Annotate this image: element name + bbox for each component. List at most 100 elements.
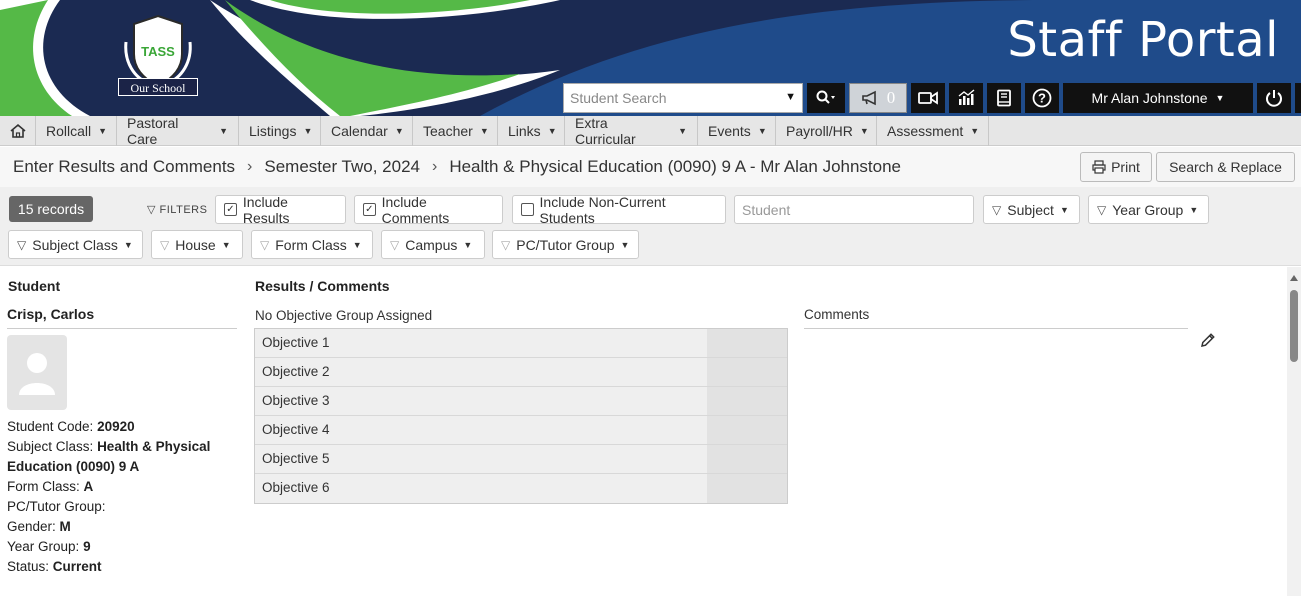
include-results-toggle[interactable]: ✓ Include Results [215,194,346,226]
home-button[interactable] [0,116,36,146]
include-results-checkbox[interactable]: ✓ [224,203,237,216]
help-button[interactable]: ? [1025,83,1059,113]
svg-text:TASS: TASS [141,44,175,59]
nav-payroll-hr[interactable]: Payroll/HR ▼ [776,116,877,146]
chevron-down-icon: ▼ [785,91,796,103]
analytics-button[interactable] [949,83,983,113]
pencil-icon [1201,333,1215,347]
objective-result-cell[interactable] [707,416,787,444]
table-row: Objective 1 [255,329,787,358]
chart-icon [958,89,975,105]
caret-down-icon: ▼ [757,126,767,136]
header-toolbar: Student Search ▼ 0 ? Mr Alan Johnstone ▼ [563,83,1301,113]
objective-label: Objective 5 [262,451,330,466]
notebook-button[interactable] [987,83,1021,113]
form-class-filter-button[interactable]: ▽ Form Class ▼ [251,230,373,259]
subject-class-filter-button[interactable]: ▽ Subject Class ▼ [8,230,143,259]
year-group-filter-button[interactable]: ▽ Year Group ▼ [1088,195,1209,224]
include-non-current-checkbox[interactable] [521,203,534,216]
search-icon [816,90,835,104]
breadcrumb-item-page[interactable]: Enter Results and Comments [13,157,235,177]
edit-comment-button[interactable] [1199,331,1217,352]
objective-result-cell[interactable] [707,329,787,357]
nav-pastoral-care[interactable]: Pastoral Care ▼ [117,115,239,147]
nav-teacher[interactable]: Teacher ▼ [413,116,498,146]
nav-rollcall-label: Rollcall [46,123,92,139]
nav-extra-curricular[interactable]: Extra Curricular ▼ [565,115,698,147]
subject-class-label: Subject Class: [7,439,94,454]
campus-filter-button[interactable]: ▽ Campus ▼ [381,230,485,259]
objective-label: Objective 6 [262,480,330,495]
form-class-label: Form Class: [7,479,80,494]
caret-down-icon: ▼ [352,239,362,250]
announcements-button[interactable]: 0 [849,83,907,113]
filter-icon: ▽ [260,237,270,252]
caret-down-icon: ▼ [1189,204,1199,215]
user-menu-button[interactable]: Mr Alan Johnstone ▼ [1063,83,1253,113]
pc-tutor-group-filter-button[interactable]: ▽ PC/Tutor Group ▼ [492,230,639,259]
filter-icon: ▽ [1097,202,1107,217]
objective-result-cell[interactable] [707,445,787,473]
objective-result-cell[interactable] [707,474,787,503]
page-scrollbar[interactable] [1287,267,1301,596]
logout-button[interactable] [1257,83,1291,113]
school-name-label: Our School [118,78,198,96]
collapse-header-button[interactable] [1295,83,1301,113]
scrollbar-thumb[interactable] [1290,290,1298,362]
caret-down-icon: ▼ [98,126,108,136]
nav-listings[interactable]: Listings ▼ [239,116,321,146]
caret-down-icon: ▼ [970,126,980,136]
user-placeholder-icon [19,353,55,395]
nav-teacher-label: Teacher [423,123,473,139]
include-comments-checkbox[interactable]: ✓ [363,203,376,216]
caret-down-icon: ▼ [394,126,404,136]
nav-calendar[interactable]: Calendar ▼ [321,116,413,146]
include-non-current-toggle[interactable]: Include Non-Current Students [512,194,726,226]
announcement-count: 0 [886,88,896,107]
subject-class-row: Subject Class: Health & Physical Educati… [7,437,239,477]
objective-group-label: No Objective Group Assigned [255,308,433,323]
nav-calendar-label: Calendar [331,123,388,139]
include-comments-toggle[interactable]: ✓ Include Comments [354,193,503,226]
student-search-select[interactable]: Student Search ▼ [563,83,803,113]
student-code-value: 20920 [97,419,135,434]
form-class-value: A [83,479,94,494]
student-search-placeholder: Student Search [570,90,667,106]
subject-filter-label: Subject [1007,201,1054,218]
nav-links[interactable]: Links ▼ [498,116,565,146]
nav-rollcall[interactable]: Rollcall ▼ [36,116,117,146]
scroll-up-arrow-icon[interactable] [1290,275,1298,281]
print-label: Print [1111,159,1140,175]
nav-events[interactable]: Events ▼ [698,116,776,146]
results-content: Student Results / Comments Crisp, Carlos… [0,267,1287,596]
video-button[interactable] [911,83,945,113]
nav-events-label: Events [708,123,751,139]
student-filter-input[interactable]: Student [734,195,974,224]
pc-tutor-row: PC/Tutor Group: [7,497,239,517]
student-info: Student Code: 20920 Subject Class: Healt… [7,417,239,577]
include-comments-label: Include Comments [381,193,450,226]
filter-icon: ▽ [17,237,27,252]
objective-result-cell[interactable] [707,387,787,415]
house-filter-button[interactable]: ▽ House ▼ [151,230,243,259]
search-button[interactable] [807,83,845,113]
records-badge: 15 records [9,196,93,222]
search-replace-button[interactable]: Search & Replace [1156,152,1295,182]
student-name[interactable]: Crisp, Carlos [7,306,237,329]
table-row: Objective 6 [255,474,787,503]
breadcrumb-item-class[interactable]: Health & Physical Education (0090) 9 A -… [449,157,901,177]
form-class-row: Form Class: A [7,477,239,497]
nav-assessment[interactable]: Assessment ▼ [877,116,989,146]
nav-extra-curricular-label: Extra Curricular [575,115,636,147]
gender-label: Gender: [7,519,56,534]
student-column-heading: Student [8,278,61,294]
objective-result-cell[interactable] [707,358,787,386]
chevron-right-icon: › [247,158,253,175]
breadcrumb-item-semester[interactable]: Semester Two, 2024 [264,157,420,177]
subject-filter-button[interactable]: ▽ Subject ▼ [983,195,1080,224]
user-name: Mr Alan Johnstone [1091,90,1208,106]
print-button[interactable]: Print [1080,152,1152,182]
objective-label: Objective 3 [262,393,330,408]
caret-down-icon: ▼ [859,126,869,136]
filter-icon: ▽ [992,202,1002,217]
